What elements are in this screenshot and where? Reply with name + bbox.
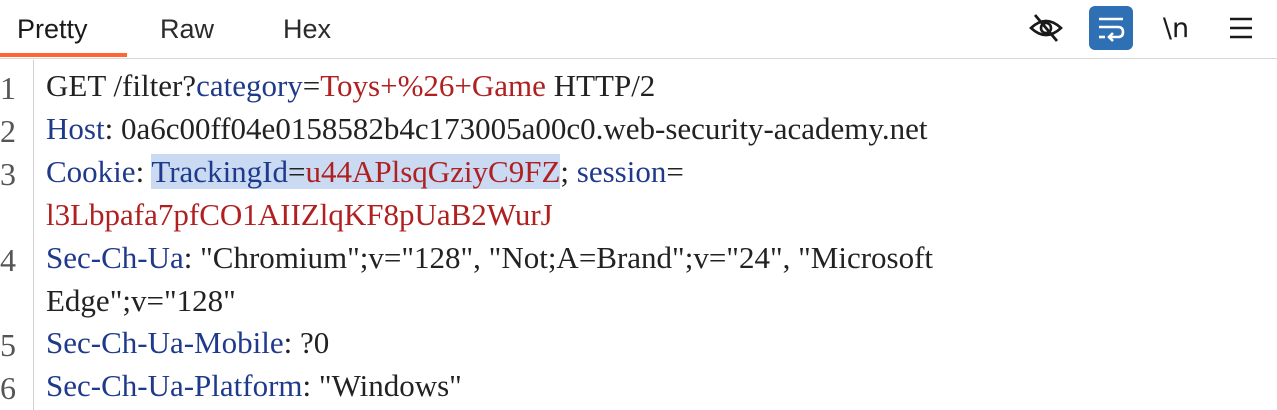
cookie-eq: = bbox=[288, 154, 306, 189]
cookie-value: u44APlsqGziyC9FZ bbox=[305, 154, 561, 189]
header-name: Cookie bbox=[46, 154, 136, 189]
header-name: Sec-Ch-Ua-Mobile bbox=[46, 325, 284, 360]
header-line-host[interactable]: Host: 0a6c00ff04e0158582b4c173005a00c0.w… bbox=[46, 111, 928, 147]
cookie-name: session bbox=[576, 154, 667, 189]
tab-raw[interactable]: Raw bbox=[160, 14, 214, 45]
header-sep: : bbox=[104, 111, 121, 146]
query-param-value: Toys+%26+Game bbox=[320, 68, 546, 103]
menu-icon bbox=[1230, 17, 1252, 39]
menu-button[interactable] bbox=[1219, 6, 1263, 50]
editor-toolbar: Pretty Raw Hex \n bbox=[0, 0, 1277, 59]
cookie-separator: ; bbox=[560, 154, 577, 189]
line-number: 3 bbox=[0, 156, 16, 192]
header-line-sec-ch-ua-mobile[interactable]: Sec-Ch-Ua-Mobile: ?0 bbox=[46, 325, 329, 361]
line-number: 6 bbox=[0, 370, 16, 406]
query-param-name: category bbox=[196, 68, 303, 103]
line-number: 4 bbox=[0, 242, 16, 278]
header-name: Sec-Ch-Ua bbox=[46, 240, 184, 275]
header-value: ?0 bbox=[299, 325, 330, 360]
eye-slash-icon bbox=[1029, 14, 1063, 42]
header-line-sec-ch-ua-wrap[interactable]: Edge";v="128" bbox=[46, 283, 236, 319]
header-line-cookie-wrap[interactable]: l3Lbpafa7pfCO1AIIZlqKF8pUaB2WurJ bbox=[46, 197, 553, 233]
header-value: Edge";v="128" bbox=[46, 283, 236, 318]
header-value: "Chromium";v="128", "Not;A=Brand";v="24"… bbox=[200, 240, 934, 275]
line-number: 5 bbox=[0, 327, 16, 363]
tab-hex[interactable]: Hex bbox=[283, 14, 331, 45]
selected-cookie[interactable]: TrackingId=u44APlsqGziyC9FZ bbox=[151, 154, 561, 189]
cookie-name: TrackingId bbox=[151, 154, 288, 189]
header-line-cookie[interactable]: Cookie: TrackingId=u44APlsqGziyC9FZ; ses… bbox=[46, 154, 684, 190]
line-number-gutter: 1 2 3 4 5 6 bbox=[0, 60, 34, 410]
line-number: 1 bbox=[0, 70, 16, 106]
header-sep: : bbox=[302, 368, 319, 403]
header-sep: : bbox=[135, 154, 152, 189]
header-name: Sec-Ch-Ua-Platform bbox=[46, 368, 303, 403]
header-value: "Windows" bbox=[318, 368, 462, 403]
request-editor[interactable]: 1 2 3 4 5 6 GET /filter?category=Toys+%2… bbox=[0, 60, 1277, 410]
wrap-lines-button[interactable] bbox=[1089, 6, 1133, 50]
request-line[interactable]: GET /filter?category=Toys+%26+Game HTTP/… bbox=[46, 68, 655, 104]
header-name: Host bbox=[46, 111, 105, 146]
line-number: 2 bbox=[0, 113, 16, 149]
method-path: GET /filter? bbox=[46, 68, 197, 103]
newline-icon: \n bbox=[1162, 12, 1190, 44]
cookie-eq: = bbox=[666, 154, 684, 189]
wrap-lines-icon bbox=[1099, 17, 1125, 42]
protocol: HTTP/2 bbox=[545, 68, 656, 103]
header-line-sec-ch-ua[interactable]: Sec-Ch-Ua: "Chromium";v="128", "Not;A=Br… bbox=[46, 240, 933, 276]
query-param-eq: = bbox=[302, 68, 321, 103]
header-sep: : bbox=[283, 325, 300, 360]
hide-toggle-button[interactable] bbox=[1024, 6, 1068, 50]
cookie-value: l3Lbpafa7pfCO1AIIZlqKF8pUaB2WurJ bbox=[46, 197, 553, 232]
header-sep: : bbox=[183, 240, 201, 275]
header-line-sec-ch-ua-platform[interactable]: Sec-Ch-Ua-Platform: "Windows" bbox=[46, 368, 462, 404]
tab-pretty[interactable]: Pretty bbox=[17, 14, 88, 45]
header-value: 0a6c00ff04e0158582b4c173005a00c0.web-sec… bbox=[120, 111, 928, 146]
active-tab-indicator bbox=[0, 53, 127, 57]
show-newlines-button[interactable]: \n bbox=[1154, 6, 1198, 50]
